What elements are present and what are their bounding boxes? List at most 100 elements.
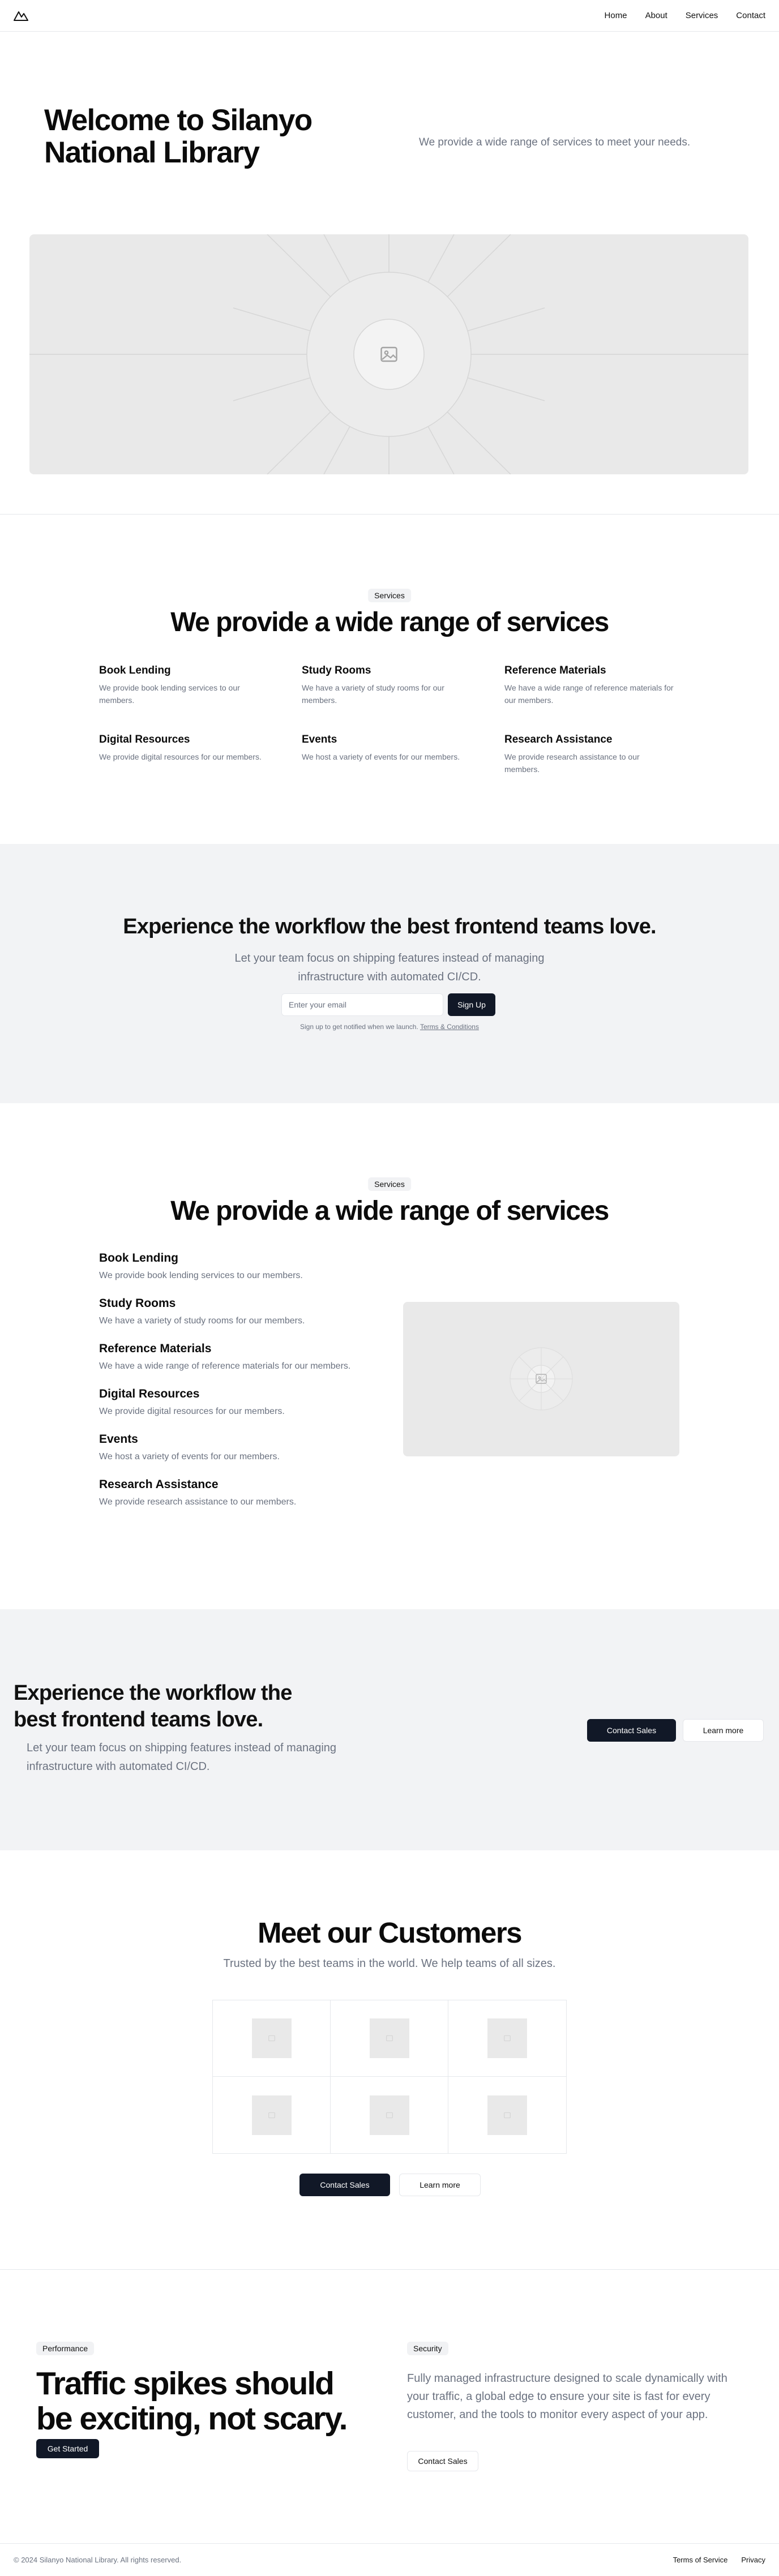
hero-subtitle: We provide a wide range of services to m… [419,136,691,148]
service-title: Digital Resources [99,1387,200,1400]
signup-form: Sign Up [281,993,495,1016]
services-image-placeholder [403,1302,679,1456]
image-icon [251,2095,292,2135]
nav-home-link[interactable]: Home [605,11,627,20]
signup-fine-print: Sign up to get notified when we launch. … [0,1023,779,1031]
signup-cta-title: Experience the workflow the best fronten… [123,915,656,938]
customers-title: Meet our Customers [257,1917,523,1949]
hero-section: Welcome to Silanyo National Library We p… [0,32,779,515]
sign-up-button[interactable]: Sign Up [448,993,495,1016]
site-footer: © 2024 Silanyo National Library. All rig… [0,2544,779,2575]
signup-cta-subtitle-line: infrastructure with automated CI/CD. [298,971,481,983]
service-item: Research Assistance We provide research … [504,734,682,775]
services-grid: Book Lending We provide book lending ser… [99,665,682,775]
service-title: Reference Materials [504,665,606,676]
image-icon [369,2018,409,2058]
service-title: Reference Materials [99,1342,212,1355]
signup-cta-subtitle: Let your team focus on shipping features… [0,949,779,987]
security-badge: Security [407,2342,448,2355]
signup-note: Sign up to get notified when we launch. [300,1023,418,1031]
footer-links: Terms of Service Privacy [673,2556,765,2564]
service-description: We have a variety of study rooms for our… [302,683,444,705]
service-description: We provide book lending services to our … [99,1271,303,1280]
service-description: We have a wide range of reference materi… [504,683,674,705]
service-item: Reference Materials We have a wide range… [504,665,682,706]
service-title: Book Lending [99,1251,178,1265]
service-title: Research Assistance [504,734,613,745]
customers-subtitle: Trusted by the best teams in the world. … [223,1957,556,1970]
image-icon [380,346,397,362]
service-title: Study Rooms [99,1297,176,1310]
service-description: We provide digital resources for our mem… [99,752,262,761]
traffic-description: Fully managed infrastructure designed to… [407,2372,727,2421]
service-description: We have a variety of study rooms for our… [99,1316,305,1326]
customer-logo-cell [331,2077,448,2153]
service-item: Events We host a variety of events for o… [302,734,504,775]
services-list: Book Lending We provide book lending ser… [99,1251,416,1523]
services-badge: Services [368,1177,411,1191]
copyright-text: © 2024 Silanyo National Library. All rig… [14,2555,182,2564]
terms-link[interactable]: Terms & Conditions [420,1023,479,1031]
service-description: We have a wide range of reference materi… [99,1361,351,1371]
image-icon [487,2095,527,2135]
contact-sales-button[interactable]: Contact Sales [299,2174,390,2196]
service-title: Research Assistance [99,1478,219,1491]
nav-contact-link[interactable]: Contact [736,11,765,20]
services-list-section: Services We provide a wide range of serv… [0,1103,779,1609]
learn-more-button[interactable]: Learn more [399,2174,481,2196]
service-description: We provide digital resources for our mem… [99,1407,285,1416]
services-title: We provide a wide range of services [170,607,609,637]
service-title: Book Lending [99,665,171,676]
nav-services-link[interactable]: Services [686,11,718,20]
customer-logo-grid [212,2000,567,2154]
hero-image-placeholder [29,234,748,474]
list-item: Research Assistance We provide research … [99,1478,416,1523]
service-item: Study Rooms We have a variety of study r… [302,665,504,706]
contact-cta-title: Experience the workflow the best fronten… [14,1681,292,1731]
service-description: We provide book lending services to our … [99,683,240,705]
list-item: Reference Materials We have a wide range… [99,1342,416,1387]
service-title: Events [302,734,337,745]
mountain-logo-icon[interactable] [14,10,28,22]
service-title: Events [99,1433,138,1446]
learn-more-button[interactable]: Learn more [683,1719,764,1742]
service-item: Book Lending We provide book lending ser… [99,665,302,706]
customer-logo-cell [213,2077,331,2153]
service-title: Digital Resources [99,734,190,745]
service-description: We host a variety of events for our memb… [302,752,460,761]
services-grid-section: Services We provide a wide range of serv… [0,515,779,844]
customer-logo-cell [331,2000,448,2077]
traffic-section: Performance Traffic spikes should be exc… [0,2270,779,2544]
image-icon [487,2018,527,2058]
list-item: Digital Resources We provide digital res… [99,1387,416,1433]
service-description: We provide research assistance to our me… [504,752,640,774]
traffic-title: Traffic spikes should be exciting, not s… [36,2365,348,2437]
customers-section: Meet our Customers Trusted by the best t… [0,1850,779,2270]
privacy-link[interactable]: Privacy [741,2556,765,2564]
contact-cta-buttons: Contact Sales Learn more [587,1719,764,1742]
email-input[interactable] [281,993,443,1016]
performance-badge: Performance [36,2342,95,2355]
list-item: Events We host a variety of events for o… [99,1433,416,1478]
service-description: We provide research assistance to our me… [99,1497,297,1507]
terms-of-service-link[interactable]: Terms of Service [673,2556,728,2564]
customer-logo-cell [448,2000,566,2077]
signup-cta-subtitle-line: Let your team focus on shipping features… [234,952,545,965]
contact-cta-section: Experience the workflow the best fronten… [0,1609,779,1850]
hero-title: Welcome to Silanyo National Library [44,104,313,169]
customers-buttons: Contact Sales Learn more [299,2174,481,2196]
contact-cta-subtitle: Let your team focus on shipping features… [27,1742,337,1773]
contact-sales-button[interactable]: Contact Sales [587,1719,676,1742]
site-header: Home About Services Contact [0,0,779,32]
image-icon [251,2018,292,2058]
list-item: Study Rooms We have a variety of study r… [99,1297,416,1342]
service-item: Digital Resources We provide digital res… [99,734,302,775]
main-nav: Home About Services Contact [605,11,765,20]
customer-logo-cell [448,2077,566,2153]
service-description: We host a variety of events for our memb… [99,1452,280,1461]
nav-about-link[interactable]: About [645,11,667,20]
get-started-button[interactable]: Get Started [36,2439,99,2458]
contact-sales-button[interactable]: Contact Sales [407,2451,478,2471]
service-title: Study Rooms [302,665,371,676]
signup-cta-section: Experience the workflow the best fronten… [0,844,779,1103]
